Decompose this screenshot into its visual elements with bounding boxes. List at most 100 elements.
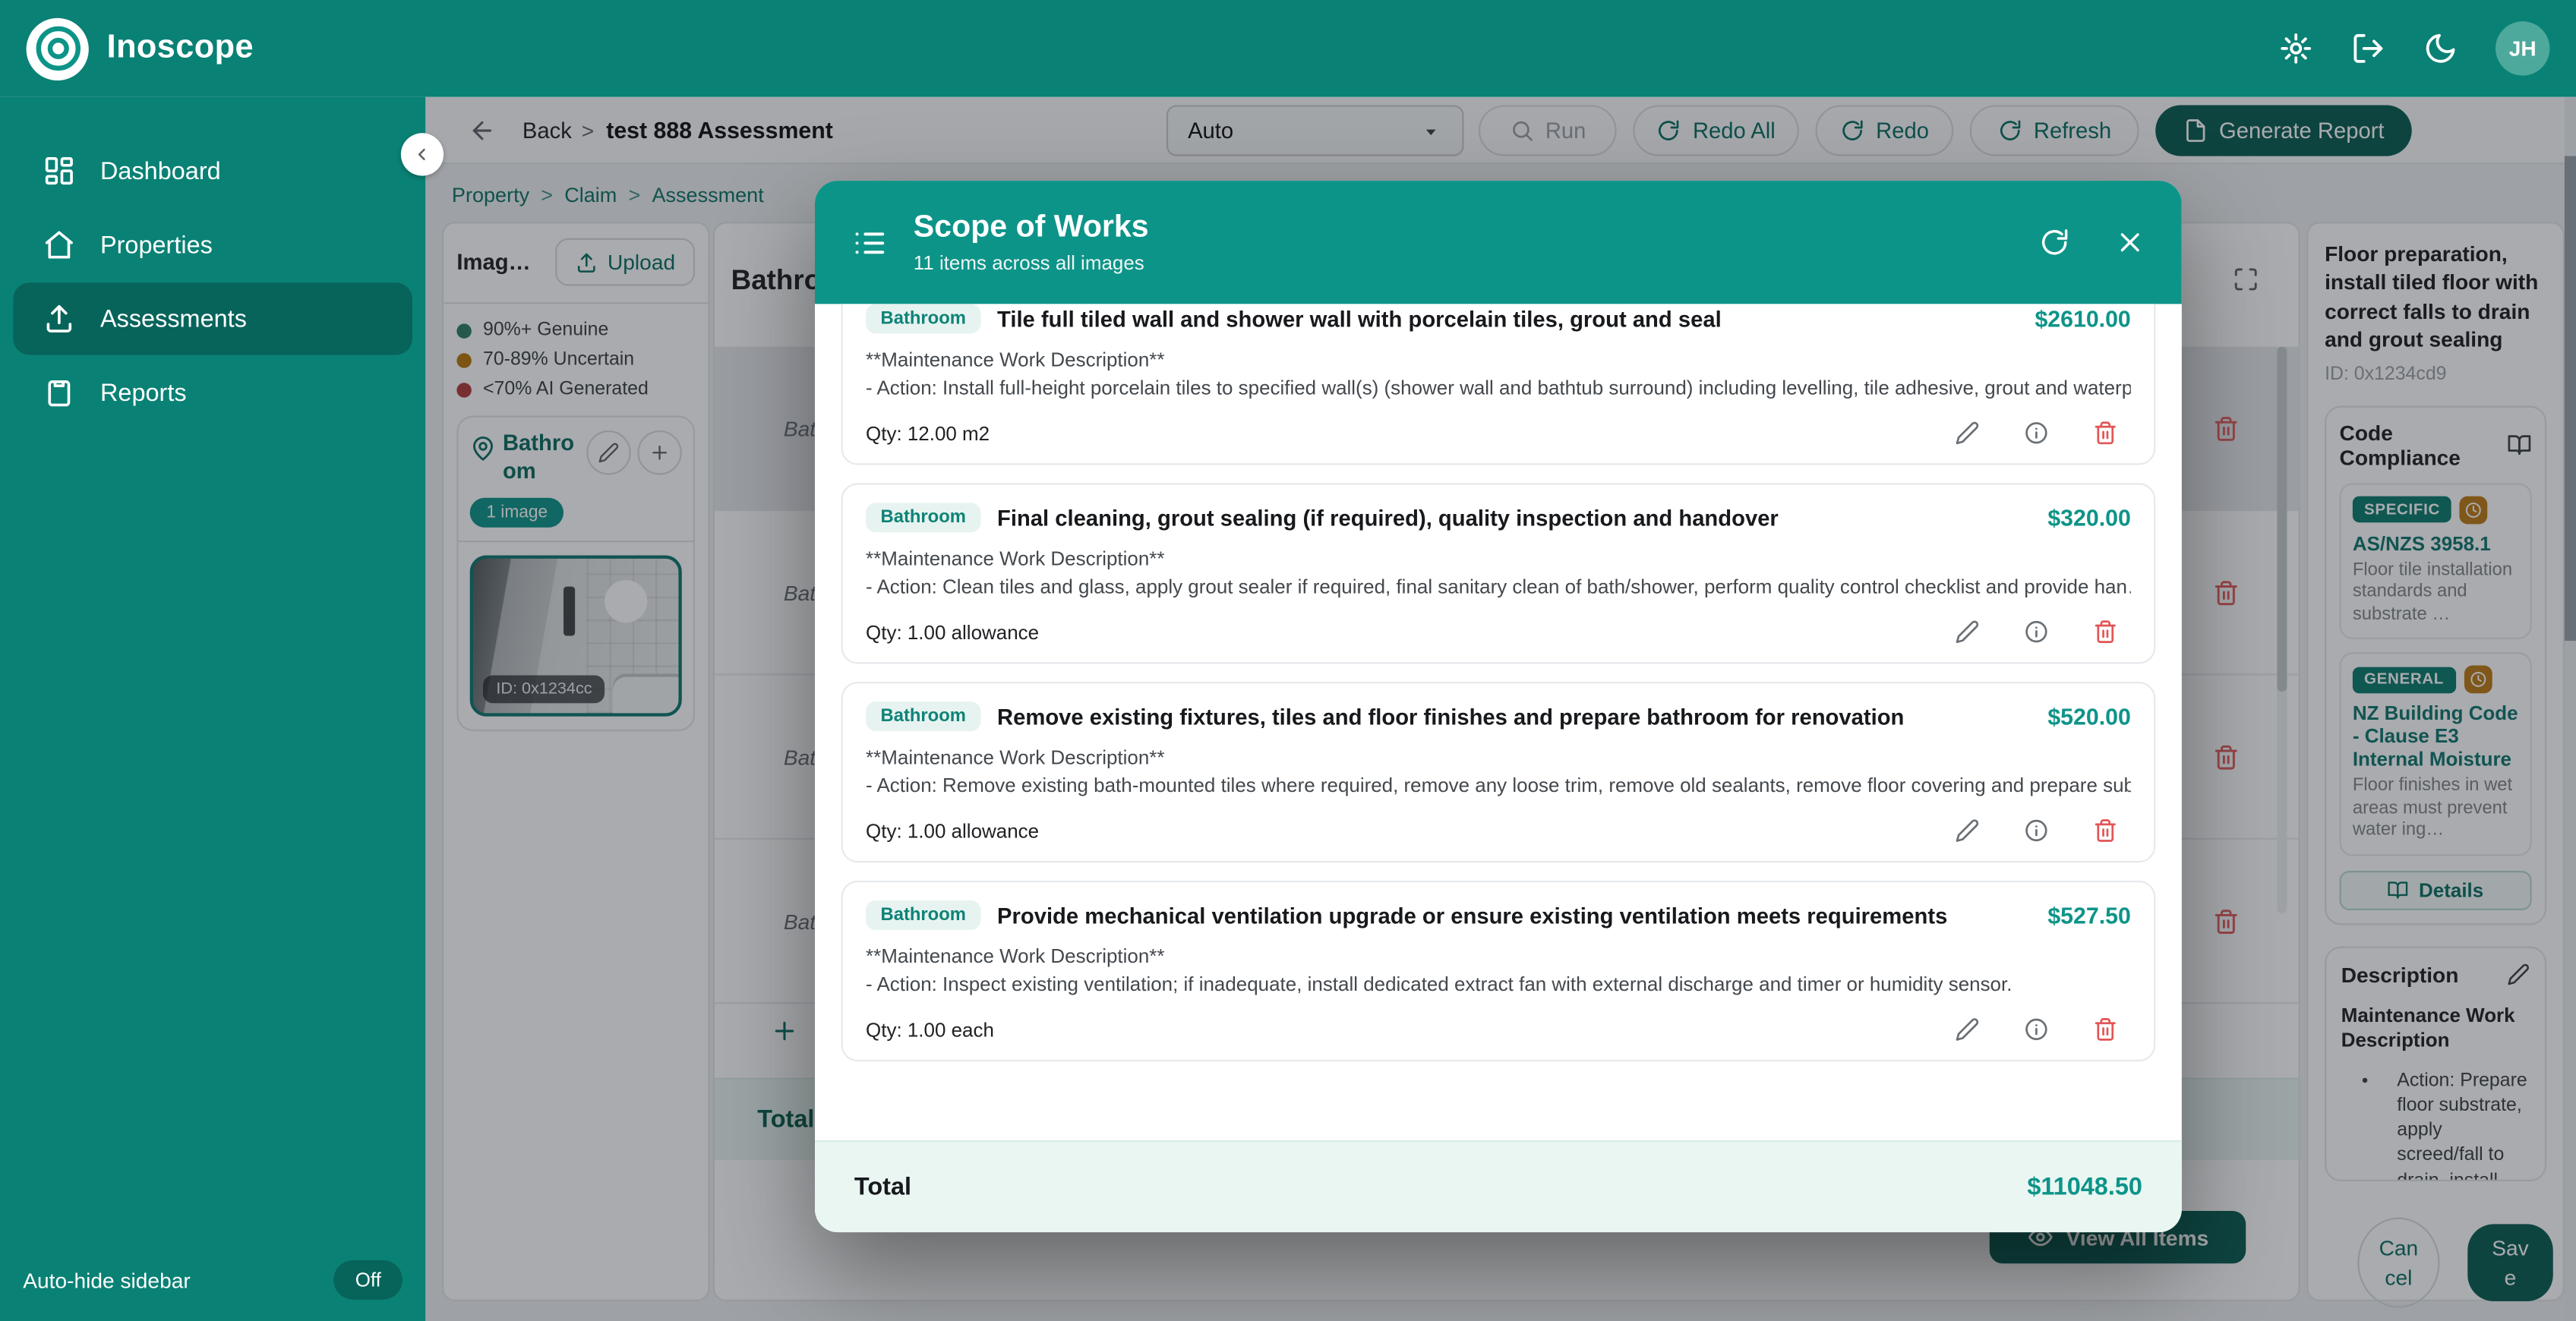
item-desc-heading: **Maintenance Work Description** <box>866 348 2131 371</box>
redo-label: Redo <box>1876 118 1929 143</box>
run-button[interactable]: Run <box>1479 106 1617 156</box>
edit-group-button[interactable] <box>586 430 630 474</box>
sidebar-item-properties[interactable]: Properties <box>13 209 412 281</box>
description-subheading: Maintenance Work Description <box>2341 1004 2530 1055</box>
search-icon <box>1509 118 1533 143</box>
collapse-sidebar-button[interactable] <box>401 133 444 175</box>
sidebar: Dashboard Properties Assessments Reports… <box>0 97 425 1321</box>
item-desc-heading: **Maintenance Work Description** <box>866 547 2131 570</box>
back-link[interactable]: Back <box>522 118 572 143</box>
edit-icon[interactable] <box>1955 818 1979 843</box>
redo-button[interactable]: Redo <box>1815 106 1953 156</box>
add-row-icon[interactable] <box>771 1017 799 1045</box>
compliance-code-link[interactable]: AS/NZS 3958.1 <box>2353 531 2518 555</box>
redo-icon <box>1840 118 1864 143</box>
list-icon <box>851 224 888 260</box>
mode-select[interactable]: Auto <box>1166 106 1464 156</box>
book-icon[interactable] <box>2507 432 2531 456</box>
edit-icon[interactable] <box>1955 1017 1979 1042</box>
table-scrollbar[interactable] <box>2277 347 2287 914</box>
modal-total-value: $11048.50 <box>2027 1173 2142 1201</box>
compliance-item-general[interactable]: GENERAL NZ Building Code - Clause E3 Int… <box>2340 652 2532 856</box>
sidebar-item-assessments[interactable]: Assessments <box>13 282 412 355</box>
sidebar-item-label: Properties <box>100 231 213 259</box>
info-icon[interactable] <box>2024 1017 2048 1042</box>
bathroom-thumbnail[interactable]: ID: 0x1234cc <box>470 555 682 716</box>
app-viewport: Inoscope JH Dashboard Properties Assessm… <box>0 0 2576 1321</box>
cancel-button[interactable]: Cancel <box>2357 1218 2439 1308</box>
redo-all-icon <box>1656 118 1681 143</box>
compliance-code-link[interactable]: NZ Building Code - Clause E3 Internal Mo… <box>2353 701 2518 771</box>
item-desc: - Action: Remove existing bath-mounted t… <box>866 774 2131 796</box>
image-count-badge: 1 image <box>470 497 564 527</box>
item-desc-heading: **Maintenance Work Description** <box>866 944 2131 967</box>
dashboard-icon <box>43 154 75 187</box>
item-title: Remove existing fixtures, tiles and floo… <box>997 704 2018 728</box>
add-image-button[interactable] <box>637 430 681 474</box>
room-tag: Bathroom <box>866 900 980 930</box>
thumbnail-fixture <box>564 586 575 635</box>
item-qty: Qty: 1.00 allowance <box>866 620 1039 643</box>
item-price: $320.00 <box>2047 504 2130 531</box>
edit-description-icon[interactable] <box>2507 963 2530 986</box>
delete-icon[interactable] <box>2213 415 2240 441</box>
modal-refresh-icon[interactable] <box>2039 227 2070 258</box>
page-scrollbar[interactable] <box>2565 97 2576 1321</box>
modal-title: Scope of Works <box>914 210 1149 247</box>
sidebar-item-reports[interactable]: Reports <box>13 357 412 429</box>
details-label: Details <box>2419 878 2483 901</box>
compliance-summary: Floor tile installation standards and su… <box>2353 560 2518 626</box>
delete-icon[interactable] <box>2093 818 2117 843</box>
description-bullets: Action: Prepare floor substrate, apply s… <box>2341 1070 2530 1181</box>
item-price: $2610.00 <box>2035 306 2130 333</box>
compliance-details-button[interactable]: Details <box>2340 870 2532 910</box>
breadcrumb: Property > Claim > Assessment <box>452 178 764 214</box>
delete-icon[interactable] <box>2093 1017 2117 1042</box>
user-avatar[interactable]: JH <box>2496 21 2549 75</box>
breadcrumb-assessment[interactable]: Assessment <box>652 184 763 207</box>
delete-icon[interactable] <box>2213 743 2240 770</box>
refresh-button[interactable]: Refresh <box>1970 106 2139 156</box>
refresh-icon <box>1997 118 2022 143</box>
save-button[interactable]: Save <box>2467 1224 2552 1301</box>
clock-icon <box>2468 670 2486 689</box>
info-icon[interactable] <box>2024 620 2048 644</box>
redo-all-button[interactable]: Redo All <box>1633 106 1798 156</box>
delete-icon[interactable] <box>2213 908 2240 935</box>
group-name: Bathroom <box>503 430 580 486</box>
delete-icon[interactable] <box>2093 620 2117 644</box>
sidebar-item-dashboard[interactable]: Dashboard <box>13 134 412 207</box>
breadcrumb-claim[interactable]: Claim <box>564 184 617 207</box>
close-icon[interactable] <box>2114 227 2145 258</box>
logout-icon[interactable] <box>2351 31 2385 65</box>
breadcrumb-property[interactable]: Property <box>452 184 529 207</box>
images-panel: Imag… Upload 90%+ Genuine 70-89% Uncerta… <box>442 222 710 1301</box>
info-icon[interactable] <box>2024 421 2048 445</box>
dark-mode-icon[interactable] <box>2423 31 2458 65</box>
item-price: $527.50 <box>2047 902 2130 928</box>
settings-icon[interactable] <box>2278 31 2312 65</box>
item-title: Tile full tiled wall and shower wall wit… <box>997 307 2005 331</box>
expand-icon[interactable] <box>2233 266 2259 293</box>
book-icon <box>2388 879 2409 900</box>
item-desc: - Action: Inspect existing ventilation; … <box>866 973 2131 995</box>
top-bar: Inoscope JH <box>0 0 2576 97</box>
autohide-toggle[interactable]: Off <box>334 1260 402 1300</box>
page-scrollbar-thumb[interactable] <box>2565 156 2576 641</box>
edit-icon[interactable] <box>1955 620 1979 644</box>
legend-label: <70% AI Generated <box>483 380 649 399</box>
modal-item-list: Bathroom Tile full tiled wall and shower… <box>815 304 2182 1140</box>
scope-of-works-modal: Scope of Works 11 items across all image… <box>815 181 2182 1232</box>
upload-button[interactable]: Upload <box>555 238 695 286</box>
details-panel: Floor preparation, install tiled floor w… <box>2306 222 2565 1301</box>
compliance-item-specific[interactable]: SPECIFIC AS/NZS 3958.1 Floor tile instal… <box>2340 482 2532 638</box>
generate-report-button[interactable]: Generate Report <box>2155 106 2411 156</box>
info-icon[interactable] <box>2024 818 2048 843</box>
edit-icon[interactable] <box>1955 421 1979 445</box>
delete-icon[interactable] <box>2093 421 2117 445</box>
back-arrow-icon[interactable] <box>469 117 497 145</box>
delete-icon[interactable] <box>2213 579 2240 606</box>
code-compliance-heading: Code Compliance <box>2340 420 2508 469</box>
assessment-title: test 888 Assessment <box>606 117 833 143</box>
authenticity-legend: 90%+ Genuine 70-89% Uncertain <70% AI Ge… <box>456 320 695 399</box>
